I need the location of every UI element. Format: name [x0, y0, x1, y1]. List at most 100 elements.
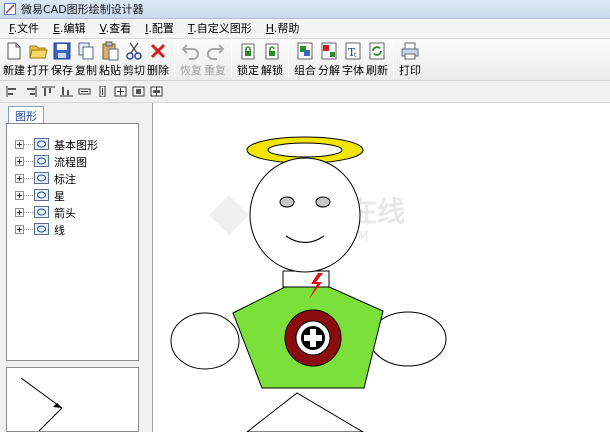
expand-icon[interactable]	[15, 174, 24, 183]
delete-label: 删除	[147, 64, 169, 77]
toolbar-separator	[288, 42, 289, 78]
align-left-icon	[6, 86, 16, 97]
unlock-button[interactable]: 解锁	[260, 40, 284, 80]
menu-bar: F.文件 E.编辑 V.查看 I.配置 T.自定义图形 H.帮助	[0, 19, 610, 38]
center-horizontal-button[interactable]	[130, 84, 147, 99]
copy-button[interactable]: 复制	[74, 40, 98, 80]
redo-label: 重复	[204, 64, 226, 77]
cut-button[interactable]: 剪切	[122, 40, 146, 80]
paste-label: 粘贴	[99, 64, 121, 77]
tree-item-label: 标注	[54, 173, 76, 186]
font-button[interactable]: Tt 字体	[341, 40, 365, 80]
menu-view[interactable]: V.查看	[93, 20, 139, 37]
print-label: 打印	[399, 64, 421, 77]
drawing-canvas[interactable]: 土木在线 COIBB.COM	[152, 103, 610, 432]
copy-label: 复制	[75, 64, 97, 77]
shape-group-icon	[34, 138, 49, 150]
menu-edit-key: E	[53, 22, 61, 35]
menu-custom-shape[interactable]: T.自定义图形	[181, 20, 259, 37]
main-toolbar: 新建 打开 保存 复制 粘贴 剪切 删除 恢复 重复 锁定 解锁 组合 分解 T…	[0, 38, 610, 81]
menu-help-label: .帮助	[273, 22, 300, 35]
menu-help[interactable]: H.帮助	[259, 20, 307, 37]
undo-button[interactable]: 恢复	[179, 40, 203, 80]
ungroup-icon	[321, 42, 337, 60]
right-arm[interactable]	[369, 311, 447, 367]
group-button[interactable]: 组合	[293, 40, 317, 80]
shape-group-icon	[34, 223, 49, 235]
tree-item-label: 线	[54, 224, 65, 237]
shape-tree: 基本图形 流程图 标注 星 箭头 线	[6, 123, 139, 361]
halo-inner	[267, 142, 343, 158]
font-icon: Tt	[345, 42, 361, 60]
same-width-icon	[78, 88, 91, 95]
expand-icon[interactable]	[15, 225, 24, 234]
save-label: 保存	[51, 64, 73, 77]
paste-button[interactable]: 粘贴	[98, 40, 122, 80]
same-size-icon	[114, 86, 127, 97]
clipboard-icon	[102, 41, 119, 61]
menu-help-key: H	[265, 22, 274, 35]
tree-connector	[24, 212, 33, 213]
save-button[interactable]: 保存	[50, 40, 74, 80]
group-icon	[297, 42, 313, 60]
tree-item-label: 流程图	[54, 156, 87, 169]
new-button[interactable]: 新建	[2, 40, 26, 80]
right-eye	[315, 196, 331, 208]
open-label: 打开	[27, 64, 49, 77]
shape-group-icon	[34, 189, 49, 201]
center-vertical-icon	[150, 86, 163, 97]
shape-preview	[6, 367, 139, 432]
head[interactable]	[249, 157, 361, 273]
align-top-icon	[42, 86, 55, 96]
shape-group-icon	[34, 155, 49, 167]
left-arm[interactable]	[170, 312, 240, 370]
new-file-icon	[7, 42, 21, 60]
same-height-button[interactable]	[94, 84, 111, 99]
tree-item-label: 基本图形	[54, 139, 98, 152]
window-title: 微易CAD图形绘制设计器	[21, 3, 144, 16]
expand-icon[interactable]	[15, 157, 24, 166]
unlock-icon	[265, 43, 279, 60]
app-icon	[4, 3, 16, 15]
align-toolbar	[0, 81, 610, 103]
shape-library-panel: 图形 基本图形 流程图 标注 星 箭头 线	[0, 103, 145, 432]
menu-config[interactable]: I.配置	[138, 20, 181, 37]
menu-edit-label: .编辑	[60, 22, 86, 35]
undo-label: 恢复	[180, 64, 202, 77]
center-vertical-button[interactable]	[148, 84, 165, 99]
same-width-button[interactable]	[76, 84, 93, 99]
refresh-button[interactable]: 刷新	[365, 40, 389, 80]
skirt[interactable]	[246, 392, 364, 432]
align-right-button[interactable]	[22, 84, 39, 99]
same-size-button[interactable]	[112, 84, 129, 99]
expand-icon[interactable]	[15, 191, 24, 200]
tree-connector	[24, 144, 33, 145]
print-button[interactable]: 打印	[398, 40, 422, 80]
menu-file[interactable]: F.文件	[2, 20, 46, 37]
align-bottom-button[interactable]	[58, 84, 75, 99]
expand-icon[interactable]	[15, 208, 24, 217]
preview-arrow-shape	[20, 377, 63, 432]
tab-shapes[interactable]: 图形	[8, 106, 44, 124]
align-top-button[interactable]	[40, 84, 57, 99]
toolbar-separator	[174, 42, 175, 78]
menu-view-label: .查看	[105, 22, 132, 35]
same-height-icon	[99, 86, 106, 97]
menu-edit[interactable]: E.编辑	[46, 20, 92, 37]
scissors-icon	[126, 42, 142, 60]
cut-label: 剪切	[123, 64, 145, 77]
align-right-icon	[27, 86, 37, 97]
open-button[interactable]: 打开	[26, 40, 50, 80]
copy-icon	[78, 42, 94, 60]
shape-group-icon	[34, 206, 49, 218]
center-horizontal-icon	[132, 86, 145, 97]
align-bottom-icon	[60, 87, 73, 97]
tree-item-label: 箭头	[54, 207, 76, 220]
ungroup-button[interactable]: 分解	[317, 40, 341, 80]
refresh-icon	[369, 42, 385, 60]
delete-button[interactable]: 删除	[146, 40, 170, 80]
lock-button[interactable]: 锁定	[236, 40, 260, 80]
align-left-button[interactable]	[4, 84, 21, 99]
redo-button[interactable]: 重复	[203, 40, 227, 80]
expand-icon[interactable]	[15, 140, 24, 149]
